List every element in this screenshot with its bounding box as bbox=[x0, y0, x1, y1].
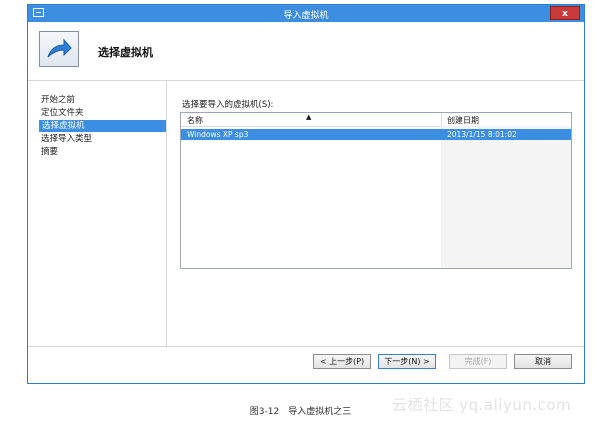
column-header-created[interactable]: 创建日期 bbox=[447, 115, 479, 126]
step-before-you-begin[interactable]: 开始之前 bbox=[38, 94, 75, 106]
vm-created-cell: 2013/1/15 8:01:02 bbox=[447, 130, 517, 139]
wizard-header: 选择虚拟机 bbox=[28, 22, 584, 81]
table-row[interactable]: Windows XP sp3 2013/1/15 8:01:02 bbox=[181, 129, 571, 140]
column-divider[interactable] bbox=[441, 113, 442, 126]
vm-list[interactable]: 名称 ▲ 创建日期 Windows XP sp3 2013/1/15 8:01:… bbox=[180, 112, 572, 269]
figure-caption: 图3-12 导入虚拟机之三 bbox=[249, 407, 352, 417]
next-button[interactable]: 下一步(N) > bbox=[378, 354, 436, 369]
import-vm-dialog: 导入虚拟机 x 选择虚拟机 开始之前 定位文件夹 选择虚拟机 选择导入类型 摘要… bbox=[27, 4, 585, 384]
vm-name-cell: Windows XP sp3 bbox=[187, 130, 249, 139]
date-column-background bbox=[441, 126, 571, 268]
step-summary[interactable]: 摘要 bbox=[38, 146, 58, 158]
step-select-vm[interactable]: 选择虚拟机 bbox=[39, 120, 166, 132]
column-header-name[interactable]: 名称 bbox=[187, 115, 203, 126]
title-bar[interactable]: 导入虚拟机 x bbox=[28, 5, 584, 22]
cancel-button[interactable]: 取消 bbox=[514, 354, 572, 369]
footer-divider bbox=[28, 346, 584, 347]
wizard-steps-nav: 开始之前 定位文件夹 选择虚拟机 选择导入类型 摘要 bbox=[28, 81, 167, 346]
close-button[interactable]: x bbox=[550, 6, 580, 20]
wizard-arrow-icon bbox=[39, 31, 79, 67]
window-title: 导入虚拟机 bbox=[283, 11, 329, 21]
step-locate-folder[interactable]: 定位文件夹 bbox=[38, 107, 84, 119]
finish-button[interactable]: 完成(F) bbox=[449, 354, 507, 369]
vm-list-label: 选择要导入的虚拟机(S): bbox=[182, 100, 274, 110]
list-column-header: 名称 ▲ 创建日期 bbox=[181, 113, 571, 127]
step-choose-import-type[interactable]: 选择导入类型 bbox=[38, 133, 92, 145]
page-title: 选择虚拟机 bbox=[98, 46, 153, 59]
previous-button[interactable]: < 上一步(P) bbox=[313, 354, 371, 369]
sort-ascending-icon: ▲ bbox=[306, 113, 312, 121]
